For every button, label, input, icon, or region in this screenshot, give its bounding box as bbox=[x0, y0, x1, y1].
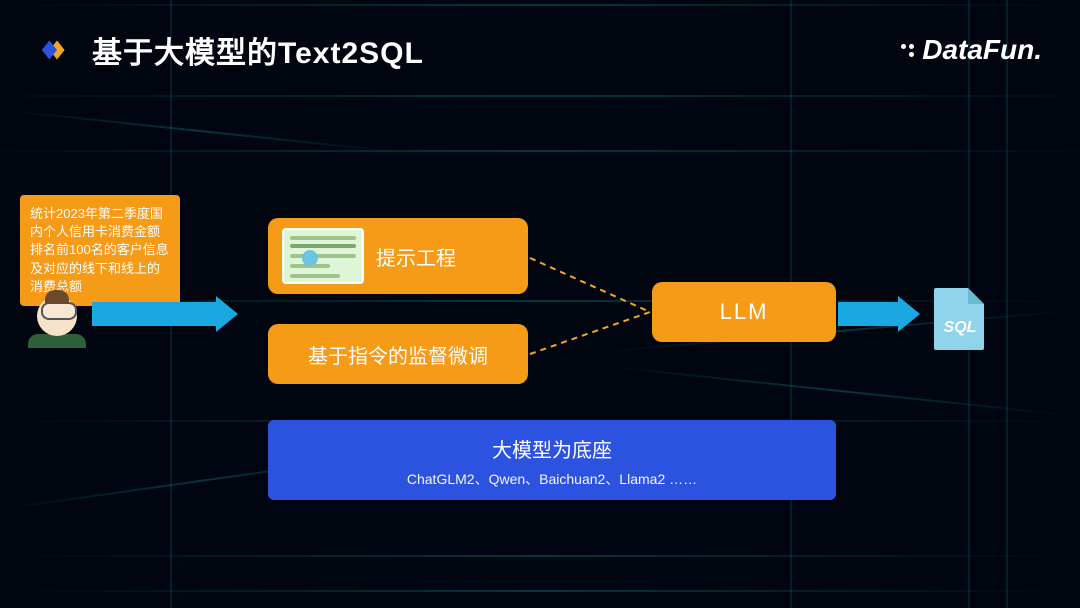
base-model-subtitle: ChatGLM2、Qwen、Baichuan2、Llama2 …… bbox=[278, 469, 826, 489]
llm-box: LLM bbox=[652, 282, 836, 342]
prompt-engineering-label: 提示工程 bbox=[376, 242, 456, 271]
user-query-speech-bubble: 统计2023年第二季度国内个人信用卡消费金额排名前100名的客户信息及对应的线下… bbox=[20, 195, 180, 306]
arrow-llm-to-sql-icon bbox=[838, 296, 920, 332]
sql-file-icon: SQL bbox=[930, 286, 990, 350]
base-model-box: 大模型为底座 ChatGLM2、Qwen、Baichuan2、Llama2 …… bbox=[268, 420, 836, 500]
llm-label: LLM bbox=[720, 299, 769, 325]
user-avatar-icon bbox=[28, 296, 86, 348]
sft-box: 基于指令的监督微调 bbox=[268, 324, 528, 384]
base-model-title: 大模型为底座 bbox=[278, 434, 826, 463]
arrow-user-to-methods-icon bbox=[92, 296, 238, 332]
sft-label: 基于指令的监督微调 bbox=[308, 340, 488, 369]
svg-text:SQL: SQL bbox=[944, 319, 977, 336]
prompt-diagram-thumbnail-icon bbox=[282, 228, 364, 284]
prompt-engineering-box: 提示工程 bbox=[268, 218, 528, 294]
